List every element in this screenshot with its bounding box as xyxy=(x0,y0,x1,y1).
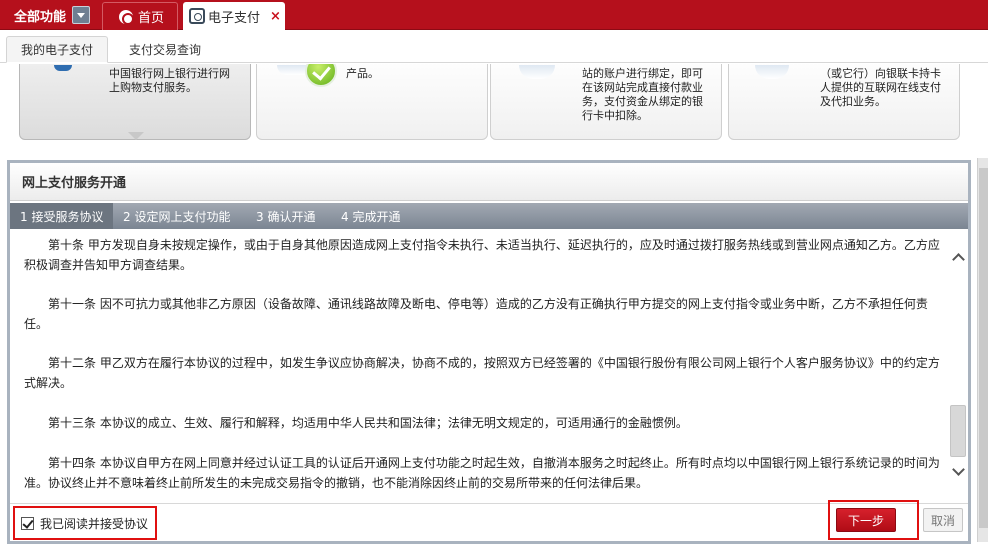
agreement-paragraph: 第十一条 因不可抗力或其他非乙方原因（设备故障、通讯线路故障及断电、停电等）造成… xyxy=(24,297,928,331)
agreement-paragraph: 第十三条 本协议的成立、生效、履行和解释，均适用中华人民共和国法律；法律无明文规… xyxy=(48,416,688,430)
card-text-line: 在该网站完成直接付款业 xyxy=(582,81,703,94)
tab-electronic-payment[interactable]: 电子支付 × xyxy=(183,2,285,30)
service-icon xyxy=(54,65,72,71)
agree-checkbox[interactable] xyxy=(21,516,34,530)
card-text-line: 行卡中扣除。 xyxy=(582,109,648,122)
card-text-line: （或它行）向银联卡持卡 xyxy=(820,67,941,80)
panel-title: 网上支付服务开通 xyxy=(10,163,968,201)
feature-card-online-shopping[interactable]: 中国银行网上银行进行网 上购物支付服务。 xyxy=(19,64,251,140)
close-tab-icon[interactable]: × xyxy=(270,9,281,24)
card-text-line: 上购物支付服务。 xyxy=(109,81,197,94)
scrollbar-thumb[interactable] xyxy=(950,405,966,457)
page-scrollbar-thumb[interactable] xyxy=(979,168,988,528)
feature-cards: 中国银行网上银行进行网 上购物支付服务。 产品。 站的账户进行绑定，即可 在该网… xyxy=(0,64,988,160)
next-button[interactable]: 下一步 xyxy=(836,508,896,532)
tab-my-electronic-payment[interactable]: 我的电子支付 xyxy=(6,36,109,63)
feature-card-product[interactable]: 产品。 xyxy=(256,64,488,140)
tab-payment-transaction-query[interactable]: 支付交易查询 xyxy=(115,36,215,63)
agreement-text[interactable]: 第十条 甲方发现自身未按规定操作，或由于自身其他原因造成网上支付指令未执行、未适… xyxy=(10,229,950,501)
bank-logo-icon xyxy=(119,9,134,25)
sub-tab-bar: 我的电子支付 支付交易查询 xyxy=(0,31,988,63)
feature-card-bound-account[interactable]: 站的账户进行绑定，即可 在该网站完成直接付款业 务，支付资金从绑定的银 行卡中扣… xyxy=(490,64,722,140)
tab-electronic-payment-label: 电子支付 xyxy=(208,10,261,26)
selected-pointer-icon xyxy=(128,132,144,140)
card-text-line: 产品。 xyxy=(346,67,379,80)
all-functions-menu[interactable]: 全部功能 xyxy=(0,0,98,30)
step-complete: 4 完成开通 xyxy=(341,209,401,224)
agreement-paragraph: 第十四条 本协议自甲方在网上同意并经过认证工具的认证后开通网上支付功能之时起生效… xyxy=(24,456,940,490)
step-confirm: 3 确认开通 xyxy=(256,209,316,224)
agree-checkbox-group[interactable]: 我已阅读并接受协议 xyxy=(13,506,157,540)
tab-home-label: 首页 xyxy=(138,11,165,26)
card-text-line: 站的账户进行绑定，即可 xyxy=(582,67,703,80)
card-graphic-icon xyxy=(519,65,555,79)
card-text-line: 人提供的互联网在线支付 xyxy=(820,81,941,94)
scroll-up-icon[interactable] xyxy=(952,250,966,266)
step-accept-agreement: 1 接受服务协议 xyxy=(10,203,114,229)
all-functions-label: 全部功能 xyxy=(14,9,67,25)
scroll-down-icon[interactable] xyxy=(952,463,966,479)
dropdown-arrow-icon[interactable] xyxy=(72,6,90,24)
card-graphic-icon xyxy=(755,65,789,79)
agreement-paragraph: 第十条 甲方发现自身未按规定操作，或由于自身其他原因造成网上支付指令未执行、未适… xyxy=(24,238,940,272)
payment-icon xyxy=(189,8,205,24)
step-bar: 1 接受服务协议 2 设定网上支付功能 3 确认开通 4 完成开通 xyxy=(10,203,968,229)
check-icon xyxy=(305,64,337,87)
action-bar: 我已阅读并接受协议 下一步 取消 xyxy=(10,500,968,541)
card-text-line: 中国银行网上银行进行网 xyxy=(109,67,230,80)
step-set-payment: 2 设定网上支付功能 xyxy=(123,209,231,224)
card-text-line: 务，支付资金从绑定的银 xyxy=(582,95,703,108)
top-bar: 全部功能 首页 电子支付 × xyxy=(0,0,988,30)
feature-card-unionpay[interactable]: （或它行）向银联卡持卡 人提供的互联网在线支付 及代扣业务。 xyxy=(728,64,960,140)
agree-label: 我已阅读并接受协议 xyxy=(40,516,149,531)
agreement-paragraph: 第十二条 甲乙双方在履行本协议的过程中，如发生争议应协商解决，协商不成的，按照双… xyxy=(24,356,940,390)
page-scrollbar[interactable] xyxy=(977,158,988,542)
card-text-line: 及代扣业务。 xyxy=(820,95,886,108)
tab-home[interactable]: 首页 xyxy=(102,2,178,30)
cancel-button[interactable]: 取消 xyxy=(923,508,963,532)
service-activation-panel: 网上支付服务开通 1 接受服务协议 2 设定网上支付功能 3 确认开通 4 完成… xyxy=(7,160,971,544)
